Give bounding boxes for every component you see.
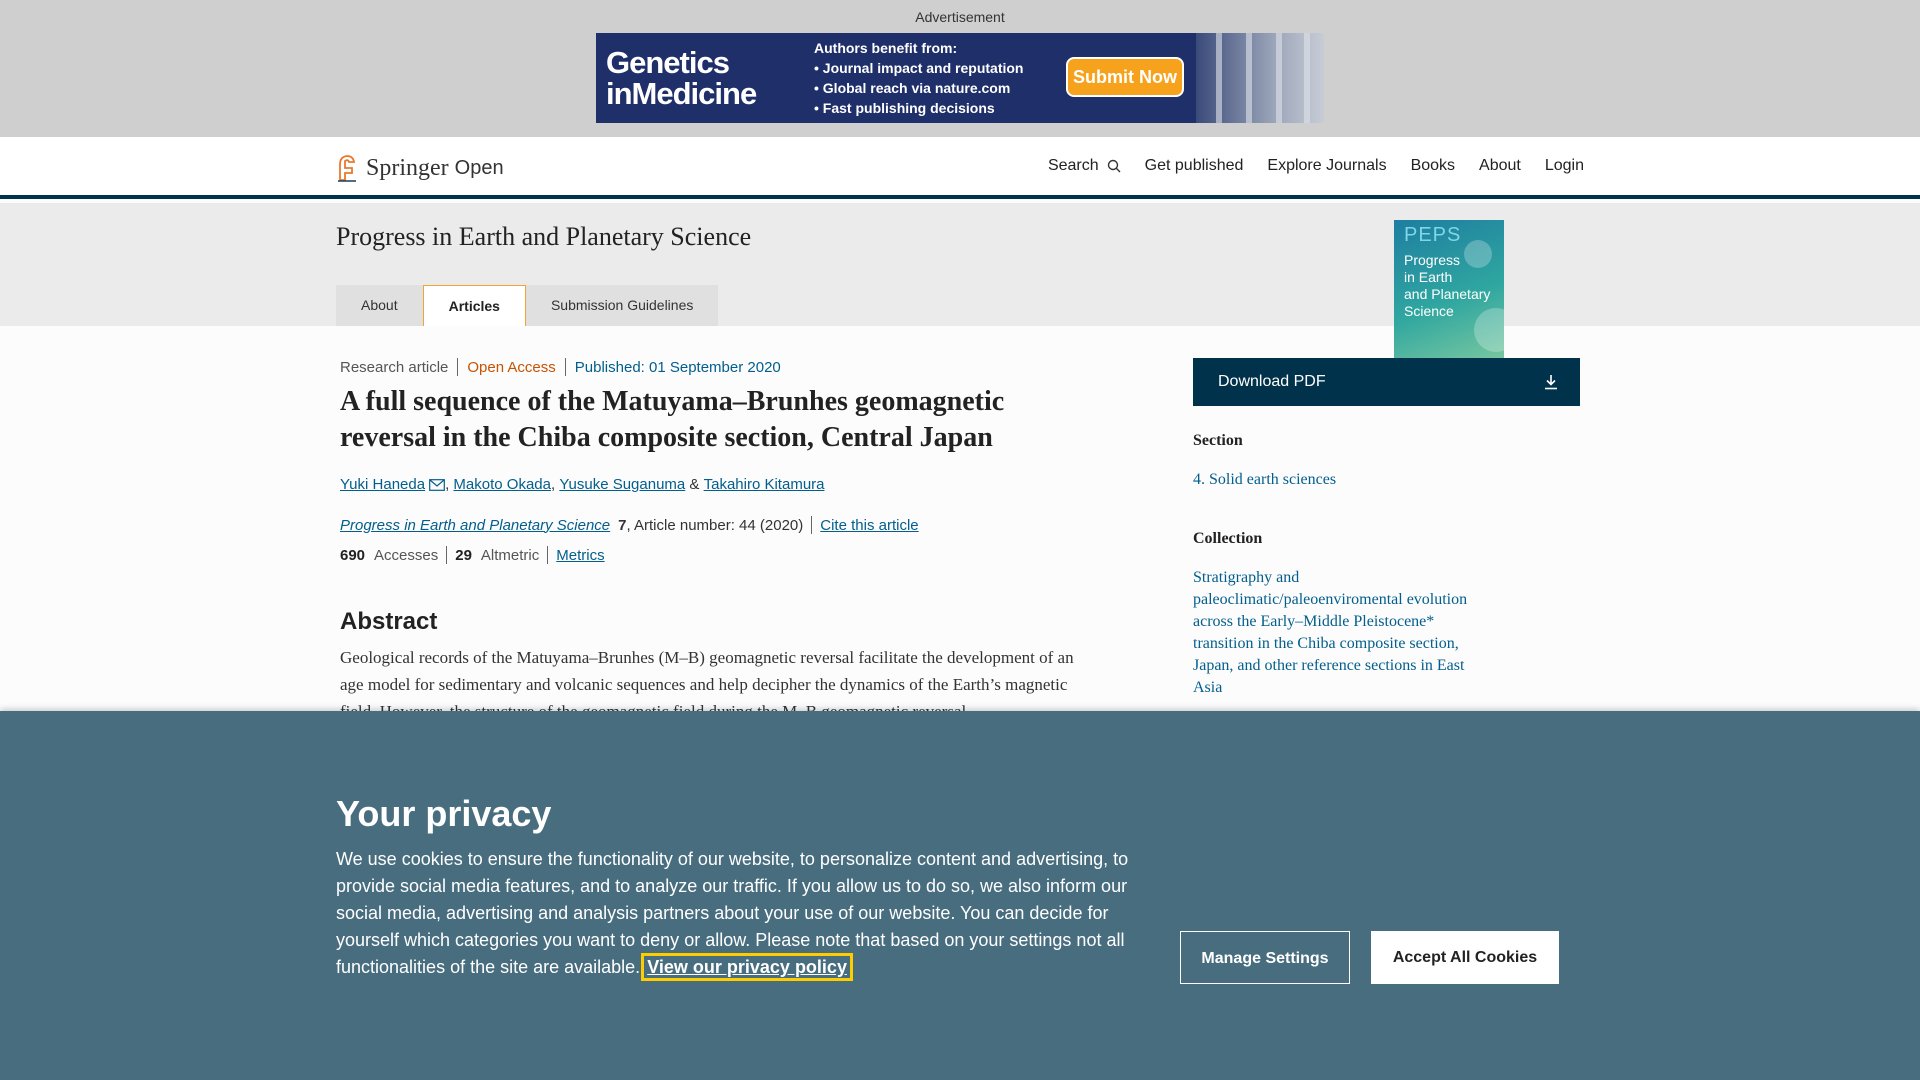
- search-icon: [1107, 159, 1121, 173]
- main-nav: Search Get published Explore Journals Bo…: [1048, 157, 1584, 175]
- altmetric-count: 29: [455, 546, 472, 564]
- logo-springer-text: Springer: [366, 154, 449, 181]
- logo-open-text: Open: [454, 156, 504, 179]
- author-link[interactable]: Makoto Okada: [453, 476, 551, 493]
- cite-this-article-link[interactable]: Cite this article: [820, 517, 918, 534]
- article-title: A full sequence of the Matuyama–Brunhes …: [340, 386, 1005, 453]
- advertisement-bar: Advertisement Genetics inMedicine Author…: [0, 0, 1920, 137]
- accesses-count: 690: [340, 546, 366, 564]
- author-link[interactable]: Yusuke Suganuma: [559, 476, 685, 493]
- journal-title[interactable]: Progress in Earth and Planetary Science: [336, 222, 751, 252]
- article-type: Research article: [340, 358, 449, 376]
- tab-submission-guidelines[interactable]: Submission Guidelines: [525, 285, 719, 326]
- nav-about[interactable]: About: [1479, 157, 1521, 175]
- springer-horse-icon: [338, 155, 356, 182]
- cookie-text: We use cookies to ensure the functionali…: [336, 849, 1129, 981]
- section-heading: Section: [1193, 432, 1243, 449]
- volume-number: 7: [618, 516, 627, 534]
- ad-image: [1196, 33, 1324, 123]
- download-pdf-button[interactable]: Download PDF: [1193, 358, 1580, 406]
- nav-books[interactable]: Books: [1411, 157, 1455, 175]
- manage-settings-button[interactable]: Manage Settings: [1180, 931, 1350, 984]
- site-header: Springer Open Search Get published Explo…: [0, 137, 1920, 199]
- published-date: Published: 01 September 2020: [574, 358, 781, 376]
- open-access-label: Open Access: [467, 358, 556, 376]
- journal-cover-image[interactable]: PEPS Progress in Earth and Planetary Sci…: [1394, 220, 1504, 364]
- download-icon: [1545, 375, 1557, 390]
- nav-explore-journals[interactable]: Explore Journals: [1267, 157, 1386, 175]
- collection-heading: Collection: [1193, 530, 1263, 547]
- ad-brand: Genetics inMedicine: [606, 45, 757, 111]
- cookie-consent-banner: Your privacy We use cookies to ensure th…: [0, 711, 1920, 1080]
- section-link[interactable]: 4. Solid earth sciences: [1193, 469, 1336, 491]
- ad-label: Advertisement: [915, 9, 1005, 25]
- journal-header-band: [0, 203, 1920, 326]
- author-link[interactable]: Takahiro Kitamura: [704, 476, 825, 493]
- cookie-heading: Your privacy: [336, 793, 552, 834]
- journal-tabs: About Articles Submission Guidelines: [336, 285, 719, 326]
- metrics-link[interactable]: Metrics: [556, 547, 604, 564]
- abstract-heading: Abstract: [340, 608, 438, 635]
- cover-acronym: PEPS: [1404, 224, 1462, 246]
- ad-banner[interactable]: Genetics inMedicine Authors benefit from…: [596, 33, 1324, 123]
- divider: [547, 546, 549, 564]
- article-metrics: 690 Accesses 29 Altmetric Metrics: [340, 546, 605, 564]
- article-meta: Research article Open Access Published: …: [340, 358, 781, 376]
- cover-title: Progress in Earth and Planetary Science: [1404, 252, 1491, 319]
- divider: [811, 516, 813, 534]
- ad-submit-button[interactable]: Submit Now: [1066, 57, 1184, 97]
- email-icon[interactable]: [429, 478, 445, 491]
- article-number: , Article number: 44 (2020): [626, 516, 804, 534]
- accesses-label: Accesses: [374, 546, 439, 564]
- privacy-policy-link[interactable]: View our privacy policy: [641, 953, 853, 981]
- nav-search[interactable]: Search: [1048, 157, 1121, 175]
- tab-about[interactable]: About: [336, 285, 423, 326]
- nav-get-published[interactable]: Get published: [1145, 157, 1244, 175]
- author-list: Yuki Haneda , Makoto Okada , Yusuke Suga…: [340, 476, 825, 493]
- accept-all-cookies-button[interactable]: Accept All Cookies: [1371, 931, 1559, 984]
- altmetric-label: Altmetric: [480, 546, 540, 564]
- springer-open-logo[interactable]: Springer Open: [336, 154, 504, 182]
- divider: [457, 358, 459, 376]
- ad-benefits: Authors benefit from: • Journal impact a…: [814, 40, 1024, 116]
- collection-link[interactable]: Stratigraphy and paleoclimatic/paleoenvi…: [1193, 567, 1467, 699]
- tab-articles[interactable]: Articles: [422, 285, 526, 326]
- author-link[interactable]: Yuki Haneda: [340, 476, 425, 493]
- divider: [564, 358, 566, 376]
- journal-link[interactable]: Progress in Earth and Planetary Science: [340, 517, 610, 534]
- citation-line: Progress in Earth and Planetary Science …: [340, 516, 919, 534]
- nav-login[interactable]: Login: [1545, 157, 1584, 175]
- divider: [446, 546, 448, 564]
